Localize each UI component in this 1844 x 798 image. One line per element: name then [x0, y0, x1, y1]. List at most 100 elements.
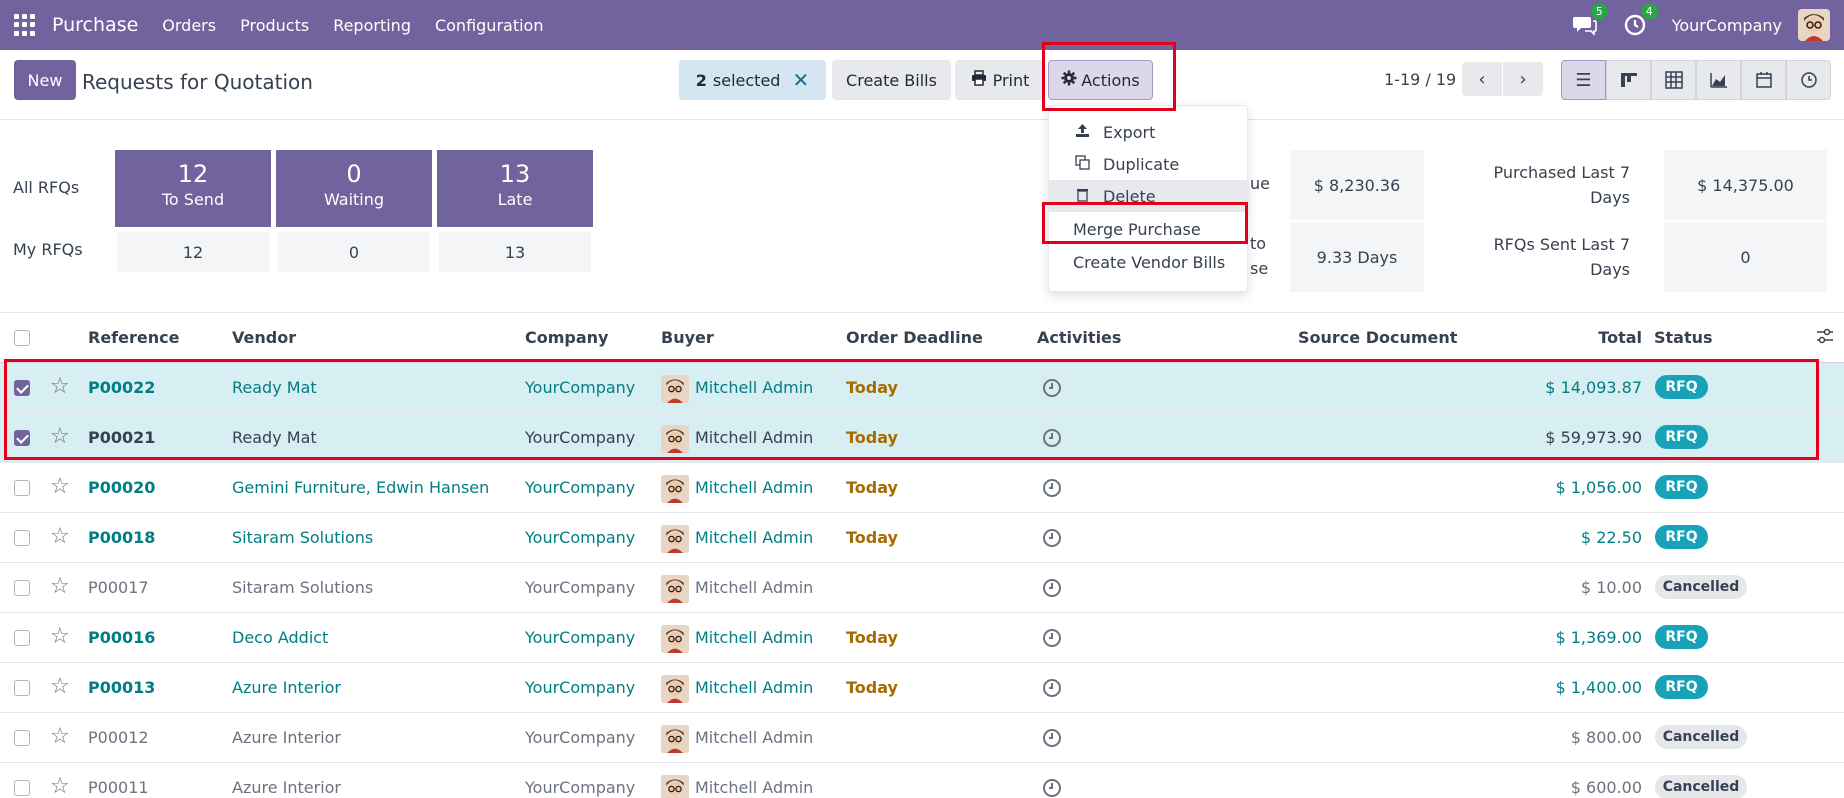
my-waiting[interactable]: 0	[278, 232, 430, 272]
row-buyer[interactable]: Mitchell Admin	[695, 528, 813, 547]
row-checkbox[interactable]	[14, 730, 30, 746]
row-checkbox[interactable]	[14, 480, 30, 496]
list-view-icon[interactable]: ☰	[1561, 60, 1606, 100]
app-name[interactable]: Purchase	[52, 14, 138, 36]
company-switcher[interactable]: YourCompany	[1672, 16, 1782, 35]
row-company[interactable]: YourCompany	[525, 778, 635, 797]
star-icon[interactable]: ☆	[50, 574, 70, 599]
pivot-view-icon[interactable]	[1651, 60, 1696, 100]
row-buyer[interactable]: Mitchell Admin	[695, 728, 813, 747]
activity-clock-icon[interactable]	[1042, 378, 1062, 398]
row-vendor[interactable]: Azure Interior	[232, 728, 341, 747]
row-buyer[interactable]: Mitchell Admin	[695, 628, 813, 647]
star-icon[interactable]: ☆	[50, 524, 70, 549]
table-row[interactable]: ☆ P00018 Sitaram Solutions YourCompany Mitch…	[0, 513, 1844, 563]
row-company[interactable]: YourCompany	[525, 578, 635, 597]
row-company[interactable]: YourCompany	[525, 378, 635, 397]
row-company[interactable]: YourCompany	[525, 678, 635, 697]
activity-clock-icon[interactable]	[1042, 528, 1062, 548]
chat-icon[interactable]: 5	[1572, 4, 1608, 38]
graph-view-icon[interactable]	[1696, 60, 1741, 100]
row-reference[interactable]: P00013	[88, 678, 155, 697]
activity-clock-icon[interactable]	[1042, 478, 1062, 498]
table-row[interactable]: ☆ P00021 Ready Mat YourCompany Mitchell Admi…	[0, 413, 1844, 463]
header-company[interactable]: Company	[525, 328, 608, 347]
row-company[interactable]: YourCompany	[525, 428, 635, 447]
star-icon[interactable]: ☆	[50, 624, 70, 649]
row-checkbox[interactable]	[14, 630, 30, 646]
row-vendor[interactable]: Sitaram Solutions	[232, 528, 373, 547]
menu-reporting[interactable]: Reporting	[333, 16, 411, 35]
activity-clock-icon[interactable]	[1042, 678, 1062, 698]
row-reference[interactable]: P00018	[88, 528, 155, 547]
header-total[interactable]: Total	[1598, 328, 1642, 347]
activity-clock-icon[interactable]	[1042, 428, 1062, 448]
header-buyer[interactable]: Buyer	[661, 328, 714, 347]
table-row[interactable]: ☆ P00017 Sitaram Solutions YourCompany Mitch…	[0, 563, 1844, 613]
pager-previous-icon[interactable]: ‹	[1462, 62, 1502, 96]
menu-products[interactable]: Products	[240, 16, 309, 35]
row-vendor[interactable]: Ready Mat	[232, 428, 317, 447]
row-buyer[interactable]: Mitchell Admin	[695, 378, 813, 397]
header-reference[interactable]: Reference	[88, 328, 179, 347]
clear-selection-icon[interactable]: ✕	[792, 68, 809, 92]
row-vendor[interactable]: Azure Interior	[232, 778, 341, 797]
row-company[interactable]: YourCompany	[525, 728, 635, 747]
app-grid-icon[interactable]	[14, 14, 36, 36]
kanban-view-icon[interactable]	[1606, 60, 1651, 100]
row-checkbox[interactable]	[14, 380, 30, 396]
new-button[interactable]: New	[14, 60, 76, 100]
calendar-view-icon[interactable]	[1741, 60, 1786, 100]
header-vendor[interactable]: Vendor	[232, 328, 296, 347]
print-button[interactable]: Print	[955, 60, 1045, 100]
row-vendor[interactable]: Ready Mat	[232, 378, 317, 397]
row-buyer[interactable]: Mitchell Admin	[695, 478, 813, 497]
table-row[interactable]: ☆ P00012 Azure Interior YourCompany Mitchell…	[0, 713, 1844, 763]
row-vendor[interactable]: Gemini Furniture, Edwin Hansen	[232, 478, 489, 497]
row-buyer[interactable]: Mitchell Admin	[695, 428, 813, 447]
star-icon[interactable]: ☆	[50, 424, 70, 449]
activity-clock-icon[interactable]	[1042, 628, 1062, 648]
table-row[interactable]: ☆ P00011 Azure Interior YourCompany Mitchell…	[0, 763, 1844, 798]
table-row[interactable]: ☆ P00016 Deco Addict YourCompany Mitchell Ad…	[0, 613, 1844, 663]
header-source-document[interactable]: Source Document	[1298, 328, 1457, 347]
activity-clock-icon[interactable]	[1042, 578, 1062, 598]
user-avatar[interactable]	[1798, 9, 1830, 41]
row-checkbox[interactable]	[14, 430, 30, 446]
table-row[interactable]: ☆ P00013 Azure Interior YourCompany Mitchell…	[0, 663, 1844, 713]
row-checkbox[interactable]	[14, 780, 30, 796]
pager-next-icon[interactable]: ›	[1503, 62, 1543, 96]
star-icon[interactable]: ☆	[50, 374, 70, 399]
my-to-send[interactable]: 12	[117, 232, 269, 272]
action-merge-purchase[interactable]: Merge Purchase	[1049, 213, 1249, 245]
header-status[interactable]: Status	[1654, 328, 1713, 347]
row-checkbox[interactable]	[14, 530, 30, 546]
action-export[interactable]: Export	[1049, 116, 1249, 148]
menu-orders[interactable]: Orders	[162, 16, 216, 35]
star-icon[interactable]: ☆	[50, 674, 70, 699]
row-reference[interactable]: P00020	[88, 478, 155, 497]
row-reference[interactable]: P00011	[88, 778, 149, 797]
table-row[interactable]: ☆ P00022 Ready Mat YourCompany Mitchell Admi…	[0, 363, 1844, 413]
tile-late[interactable]: 13 Late	[437, 150, 593, 227]
row-reference[interactable]: P00022	[88, 378, 155, 397]
create-bills-button[interactable]: Create Bills	[832, 60, 951, 100]
actions-button[interactable]: Actions	[1048, 60, 1153, 100]
action-delete[interactable]: Delete	[1049, 180, 1249, 212]
action-create-vendor-bills[interactable]: Create Vendor Bills	[1049, 246, 1249, 278]
row-checkbox[interactable]	[14, 680, 30, 696]
row-reference[interactable]: P00012	[88, 728, 149, 747]
activity-view-icon[interactable]	[1786, 60, 1831, 100]
tile-waiting[interactable]: 0 Waiting	[276, 150, 432, 227]
row-checkbox[interactable]	[14, 580, 30, 596]
activity-clock-icon[interactable]: 4	[1622, 4, 1658, 38]
row-buyer[interactable]: Mitchell Admin	[695, 578, 813, 597]
activity-clock-icon[interactable]	[1042, 728, 1062, 748]
star-icon[interactable]: ☆	[50, 724, 70, 749]
row-buyer[interactable]: Mitchell Admin	[695, 778, 813, 797]
row-company[interactable]: YourCompany	[525, 628, 635, 647]
menu-configuration[interactable]: Configuration	[435, 16, 544, 35]
select-all-checkbox[interactable]	[14, 330, 30, 346]
row-buyer[interactable]: Mitchell Admin	[695, 678, 813, 697]
row-reference[interactable]: P00021	[88, 428, 155, 447]
